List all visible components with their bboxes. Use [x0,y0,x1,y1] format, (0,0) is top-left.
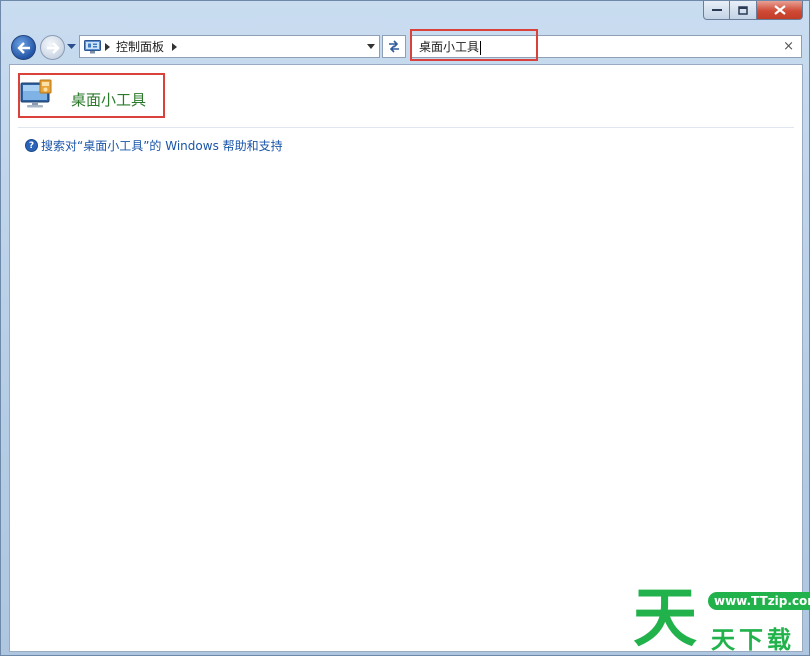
address-bar[interactable]: 控制面板 [79,35,380,58]
caption-buttons [703,1,803,20]
explorer-window: 控制面板 桌面小工具 × 桌面小工具 ? 搜索对“桌面小工具”的 Windows… [0,0,810,656]
watermark-name: 天下载 [711,626,795,654]
chevron-right-icon[interactable] [105,42,110,51]
search-input[interactable]: 桌面小工具 × [410,35,802,58]
search-value: 桌面小工具 [419,40,482,55]
result-title-desktop-gadgets[interactable]: 桌面小工具 [71,89,146,110]
close-button[interactable] [757,1,803,20]
minimize-button[interactable] [703,1,730,20]
divider [18,127,794,128]
desktop-gadgets-icon[interactable] [20,77,54,109]
text-caret [480,40,482,55]
recent-pages-dropdown-icon[interactable] [67,44,76,50]
help-search-link[interactable]: 搜索对“桌面小工具”的 Windows 帮助和支持 [41,137,283,154]
refresh-icon [389,40,399,53]
back-button[interactable] [11,35,36,60]
address-dropdown-icon[interactable] [367,44,375,49]
chevron-right-icon[interactable] [172,42,178,51]
arrow-right-icon [46,41,60,54]
results-pane: 桌面小工具 ? 搜索对“桌面小工具”的 Windows 帮助和支持 [9,64,803,652]
help-icon: ? [25,139,38,152]
watermark-logo: 天 www.TTzip.com 天下载 [633,582,810,656]
maximize-icon [738,5,748,15]
help-search-row[interactable]: ? 搜索对“桌面小工具”的 Windows 帮助和支持 [25,137,283,154]
close-icon [773,5,786,15]
control-panel-icon [84,39,101,53]
maximize-button[interactable] [730,1,757,20]
forward-button[interactable] [40,35,65,60]
breadcrumb-control-panel[interactable]: 控制面板 [116,38,164,55]
arrow-left-icon [16,41,30,54]
refresh-button[interactable] [382,35,406,58]
watermark-url: www.TTzip.com [708,592,810,610]
minimize-icon [711,9,722,11]
watermark-big-char: 天 [633,582,697,656]
clear-search-icon[interactable]: × [783,39,794,54]
